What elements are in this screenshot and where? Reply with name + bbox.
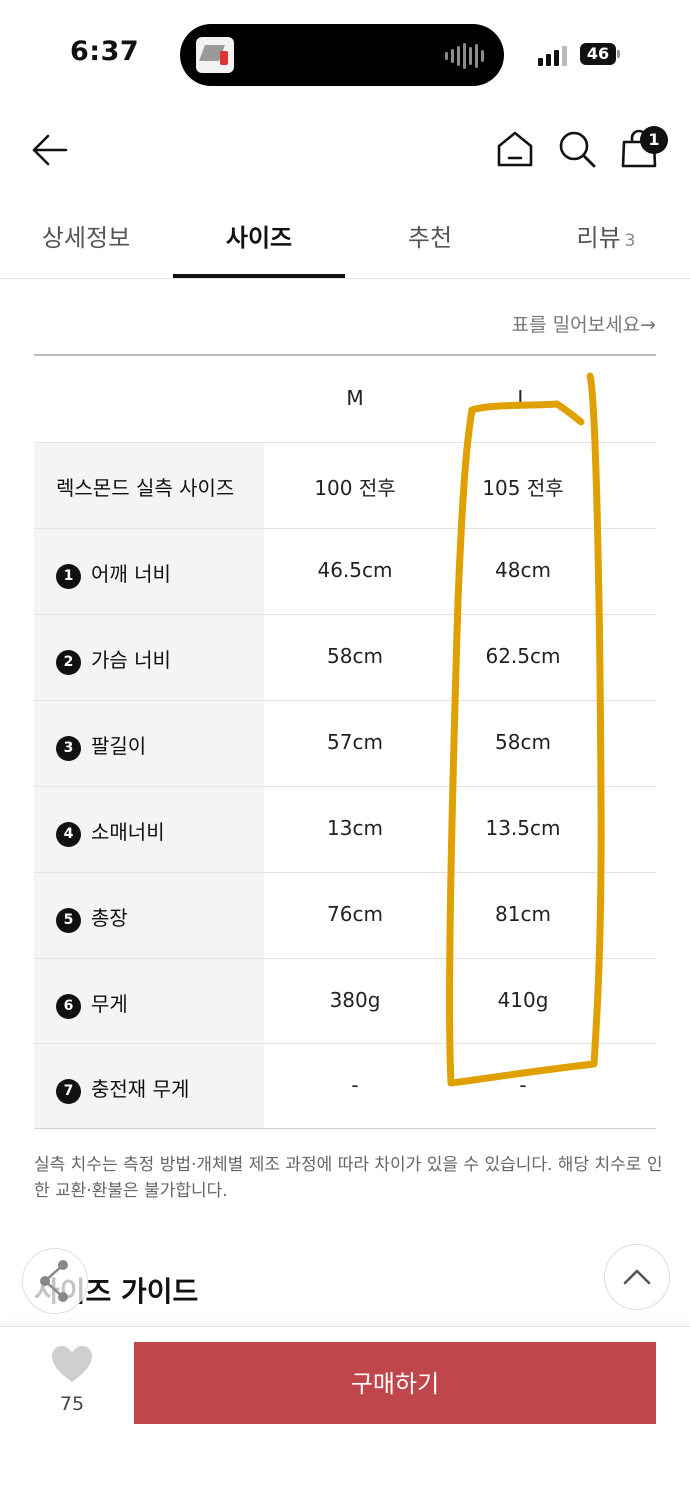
column-header-m: M (346, 386, 364, 410)
review-count: 3 (624, 231, 636, 251)
scroll-to-top-button[interactable] (604, 1244, 670, 1310)
cell-m: 100 전후 (314, 476, 396, 500)
cell-l: 105 전후 (482, 476, 564, 500)
table-row: 6 무게 380g 410g (34, 958, 656, 1044)
now-playing-thumbnail (196, 37, 234, 73)
row-label-cell: 4 소매너비 (34, 787, 264, 872)
cell-m: - (351, 1073, 359, 1097)
row-number-badge: 7 (56, 1079, 81, 1104)
cell-l: 58cm (495, 730, 551, 754)
column-header-l: L (517, 386, 529, 410)
table-header: M L (34, 356, 656, 442)
cell-m: 76cm (327, 902, 383, 926)
cell-l: - (519, 1073, 527, 1097)
battery-cap (617, 50, 620, 58)
tab-label: 상세정보 (41, 224, 131, 252)
measurement-note: 실측 치수는 측정 방법·개체별 제조 과정에 따라 차이가 있을 수 있습니다… (34, 1155, 663, 1201)
cell-l: 62.5cm (485, 644, 561, 668)
row-number-badge: 2 (56, 650, 81, 675)
cell-l: 81cm (495, 902, 551, 926)
scroll-table-hint: 표를 밀어보세요→ (511, 314, 656, 336)
row-label: 어깨 너비 (91, 562, 171, 586)
row-label-cell: 6 무게 (34, 959, 264, 1044)
tab-reviews[interactable]: 리뷰 3 (556, 218, 656, 253)
cell-m: 57cm (327, 730, 383, 754)
table-bottom-border (34, 1128, 656, 1129)
tab-size[interactable]: 사이즈 (173, 218, 345, 253)
row-label: 가슴 너비 (91, 648, 171, 672)
table-row: 2 가슴 너비 58cm 62.5cm (34, 614, 656, 700)
row-label-cell: 1 어깨 너비 (34, 529, 264, 614)
cell-l: 410g (497, 988, 549, 1012)
row-label: 렉스몬드 실측 사이즈 (56, 476, 235, 500)
table-row: 1 어깨 너비 46.5cm 48cm (34, 528, 656, 614)
tab-recommend[interactable]: 추천 (380, 218, 480, 253)
cell-l: 13.5cm (485, 816, 561, 840)
table-row: 3 팔길이 57cm 58cm (34, 700, 656, 786)
row-number-badge: 1 (56, 564, 81, 589)
row-label: 총장 (91, 906, 128, 930)
dynamic-island (180, 24, 504, 86)
row-label: 무게 (91, 992, 128, 1016)
audio-waveform-icon (445, 42, 484, 70)
home-icon[interactable] (494, 128, 536, 170)
row-number-badge: 4 (56, 822, 81, 847)
row-label: 소매너비 (91, 820, 165, 844)
cell-m: 46.5cm (317, 558, 393, 582)
cell-m: 380g (329, 988, 381, 1012)
row-label-cell: 3 팔길이 (34, 701, 264, 786)
row-label-cell: 렉스몬드 실측 사이즈 (34, 443, 264, 528)
tab-label: 추천 (407, 224, 453, 252)
table-row: 렉스몬드 실측 사이즈 100 전후 105 전후 (34, 442, 656, 528)
battery-icon: 46 (580, 43, 616, 65)
row-label: 충전재 무게 (91, 1077, 190, 1101)
table-row: 4 소매너비 13cm 13.5cm (34, 786, 656, 872)
cell-m: 13cm (327, 816, 383, 840)
share-button[interactable] (22, 1248, 88, 1314)
share-icon (40, 1260, 68, 1302)
cellular-signal-icon (538, 44, 567, 66)
row-label-cell: 7 충전재 무게 (34, 1044, 264, 1129)
tab-label: 리뷰 (576, 224, 621, 252)
row-label-cell: 5 총장 (34, 873, 264, 958)
row-number-badge: 5 (56, 908, 81, 933)
back-arrow-icon[interactable] (30, 132, 70, 168)
cart-count-badge: 1 (640, 126, 668, 154)
row-label: 팔길이 (91, 734, 147, 758)
row-number-badge: 6 (56, 994, 81, 1019)
heart-icon[interactable] (50, 1344, 94, 1384)
tab-label: 사이즈 (225, 224, 293, 252)
search-icon[interactable] (556, 128, 598, 170)
row-number-badge: 3 (56, 736, 81, 761)
cell-m: 58cm (327, 644, 383, 668)
tabs-divider (0, 278, 690, 279)
buy-button[interactable]: 구매하기 (134, 1342, 656, 1424)
chevron-up-icon (623, 1269, 651, 1285)
cell-l: 48cm (495, 558, 551, 582)
row-label-cell: 2 가슴 너비 (34, 615, 264, 700)
tab-details[interactable]: 상세정보 (30, 218, 142, 253)
status-time: 6:37 (70, 36, 140, 67)
like-count: 75 (59, 1393, 85, 1415)
table-row: 5 총장 76cm 81cm (34, 872, 656, 958)
table-row: 7 충전재 무게 - - (34, 1043, 656, 1129)
